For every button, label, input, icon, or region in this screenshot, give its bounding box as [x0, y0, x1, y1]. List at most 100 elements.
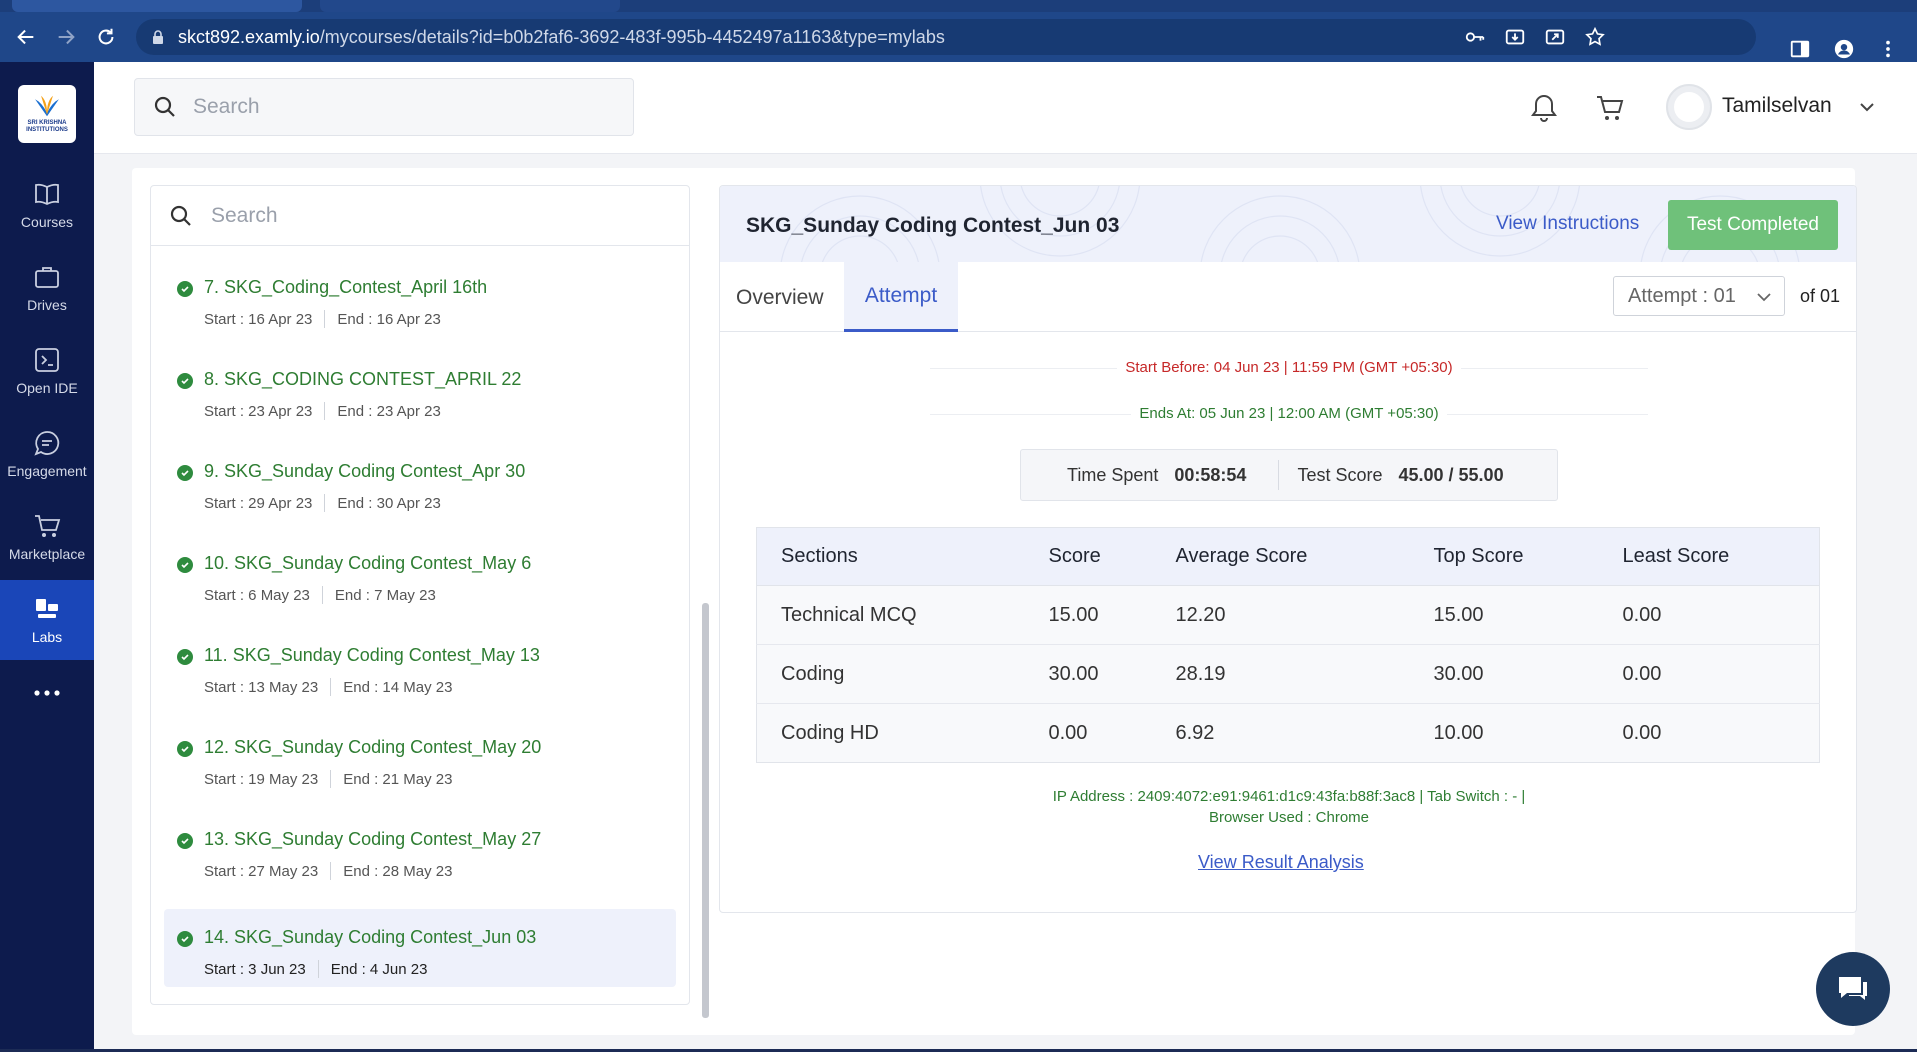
attempt-select[interactable]: Attempt : 01 — [1613, 276, 1785, 316]
reload-icon[interactable] — [92, 23, 120, 51]
attempt-stats: Time Spent 00:58:54 Test Score 45.00 / 5… — [1020, 449, 1558, 501]
list-search-input[interactable] — [211, 203, 651, 228]
side-panel-icon[interactable] — [1789, 38, 1811, 60]
list-item-title: 8. SKG_CODING CONTEST_APRIL 22 — [204, 369, 522, 389]
rail-item-drives[interactable]: Drives — [0, 248, 94, 328]
list-scrollbar[interactable] — [702, 603, 709, 1018]
logo-text: SRI KRISHNA INSTITUTIONS — [26, 120, 68, 133]
global-search-input[interactable] — [193, 95, 593, 119]
table-row: Coding 30.00 28.19 30.00 0.00 — [756, 644, 1820, 704]
top-header: Tamilselvan — [94, 62, 1917, 154]
view-result-analysis-link[interactable]: View Result Analysis — [1198, 852, 1364, 873]
list-item-end: End : 7 May 23 — [334, 586, 436, 604]
rail-item-labs[interactable]: Labs — [0, 580, 94, 660]
profile-icon[interactable] — [1833, 38, 1855, 60]
list-item[interactable]: 12. SKG_Sunday Coding Contest_May 20 Sta… — [164, 719, 676, 797]
bell-icon[interactable] — [1528, 92, 1560, 124]
table-cell: 28.19 — [1151, 644, 1410, 704]
global-search[interactable] — [134, 78, 634, 136]
back-icon[interactable] — [12, 23, 40, 51]
sections-table: Sections Score Average Score Top Score L… — [756, 527, 1820, 763]
star-icon[interactable] — [1584, 26, 1606, 48]
rail-item-engagement[interactable]: Engagement — [0, 414, 94, 494]
browser-tab-active[interactable] — [12, 0, 302, 12]
forward-icon[interactable] — [52, 23, 80, 51]
list-item-end: End : 28 May 23 — [343, 862, 453, 880]
detail-header: SKG_Sunday Coding Contest_Jun 03 View In… — [720, 186, 1856, 262]
tab-attempt[interactable]: Attempt — [844, 262, 958, 332]
list-item-end: End : 21 May 23 — [343, 770, 453, 788]
test-completed-button[interactable]: Test Completed — [1668, 200, 1838, 250]
list-item[interactable]: 13. SKG_Sunday Coding Contest_May 27 Sta… — [164, 811, 676, 889]
chevron-down-icon — [1757, 293, 1771, 302]
check-circle-icon — [177, 557, 193, 573]
briefcase-icon — [35, 267, 59, 288]
browser-used-text: Browser Used : Chrome — [1208, 809, 1370, 826]
url-text: skct892.examly.io/mycourses/details?id=b… — [178, 26, 945, 47]
address-bar[interactable]: skct892.examly.io/mycourses/details?id=b… — [136, 19, 1756, 55]
rail-more[interactable] — [0, 673, 94, 713]
key-icon[interactable] — [1464, 26, 1486, 48]
check-circle-icon — [177, 281, 193, 297]
list-item-end: End : 4 Jun 23 — [330, 960, 428, 978]
list-item-start: Start : 29 Apr 23 — [204, 494, 313, 512]
list-item-title: 14. SKG_Sunday Coding Contest_Jun 03 — [204, 927, 537, 947]
view-instructions-link[interactable]: View Instructions — [1496, 213, 1639, 235]
list-search[interactable] — [151, 186, 689, 246]
lab-detail-panel: SKG_Sunday Coding Contest_Jun 03 View In… — [719, 185, 1857, 913]
left-rail: SRI KRISHNA INSTITUTIONS Courses Drives … — [0, 62, 94, 1052]
attempt-select-value: Attempt : 01 — [1628, 284, 1736, 307]
ends-at-line: Ends At: 05 Jun 23 | 12:00 AM (GMT +05:3… — [720, 405, 1856, 422]
browser-tab[interactable] — [320, 0, 620, 12]
table-cell: Coding HD — [756, 703, 1025, 763]
table-cell: 30.00 — [1409, 644, 1599, 704]
support-chat-button[interactable] — [1816, 952, 1890, 1026]
search-icon — [154, 96, 175, 117]
lock-icon — [153, 30, 163, 44]
table-row: Coding HD 0.00 6.92 10.00 0.00 — [756, 703, 1820, 763]
rail-item-marketplace[interactable]: Marketplace — [0, 497, 94, 577]
column-header: Average Score — [1151, 527, 1410, 586]
lab-list-panel: 7. SKG_Coding_Contest_April 16th Start :… — [150, 185, 690, 1005]
list-item[interactable]: 9. SKG_Sunday Coding Contest_Apr 30 Star… — [164, 443, 676, 521]
rail-item-courses[interactable]: Courses — [0, 165, 94, 245]
chat-icon — [1839, 977, 1867, 1000]
start-before-line: Start Before: 04 Jun 23 | 11:59 PM (GMT … — [720, 359, 1856, 376]
labs-icon — [36, 599, 58, 618]
rail-item-open-ide[interactable]: Open IDE — [0, 331, 94, 411]
list-item[interactable]: 8. SKG_CODING CONTEST_APRIL 22 Start : 2… — [164, 351, 676, 429]
column-header: Least Score — [1598, 527, 1820, 586]
check-circle-icon — [177, 833, 193, 849]
list-item-end: End : 16 Apr 23 — [337, 310, 441, 328]
list-item[interactable]: 11. SKG_Sunday Coding Contest_May 13 Sta… — [164, 627, 676, 705]
table-cell: 6.92 — [1151, 703, 1410, 763]
list-item-title: 9. SKG_Sunday Coding Contest_Apr 30 — [204, 461, 526, 481]
list-item-title: 12. SKG_Sunday Coding Contest_May 20 — [204, 737, 542, 757]
browser-menu-icon[interactable] — [1877, 38, 1899, 60]
list-item-start: Start : 6 May 23 — [204, 586, 310, 604]
tab-overview[interactable]: Overview — [736, 286, 824, 310]
install-icon[interactable] — [1504, 26, 1526, 48]
institution-logo[interactable]: SRI KRISHNA INSTITUTIONS — [18, 85, 76, 143]
list-item-start: Start : 16 Apr 23 — [204, 310, 313, 328]
table-header-row: Sections Score Average Score Top Score L… — [756, 527, 1820, 586]
table-cell: 0.00 — [1598, 644, 1820, 704]
list-item[interactable]: 10. SKG_Sunday Coding Contest_May 6 Star… — [164, 535, 676, 613]
list-item[interactable]: 7. SKG_Coding_Contest_April 16th Start :… — [164, 259, 676, 337]
username[interactable]: Tamilselvan — [1722, 94, 1832, 118]
avatar[interactable] — [1666, 84, 1712, 130]
attempt-metadata: IP Address : 2409:4072:e91:9461:d1c9:43f… — [720, 786, 1856, 828]
table-cell: Technical MCQ — [756, 585, 1025, 645]
list-item-title: 13. SKG_Sunday Coding Contest_May 27 — [204, 829, 542, 849]
list-item-selected[interactable]: 14. SKG_Sunday Coding Contest_Jun 03 Sta… — [164, 909, 676, 987]
check-circle-icon — [177, 465, 193, 481]
page-title: SKG_Sunday Coding Contest_Jun 03 — [746, 214, 1120, 237]
chevron-down-icon[interactable] — [1858, 98, 1876, 116]
list-item-end: End : 30 Apr 23 — [337, 494, 441, 512]
browser-toolbar: skct892.examly.io/mycourses/details?id=b… — [0, 12, 1917, 62]
share-icon[interactable] — [1544, 26, 1566, 48]
browser-tabstrip — [0, 0, 1917, 12]
cart-icon[interactable] — [1594, 92, 1626, 124]
ends-at-text: Ends At: 05 Jun 23 | 12:00 AM (GMT +05:3… — [1131, 405, 1447, 422]
test-score-label: Test Score — [1297, 464, 1383, 485]
